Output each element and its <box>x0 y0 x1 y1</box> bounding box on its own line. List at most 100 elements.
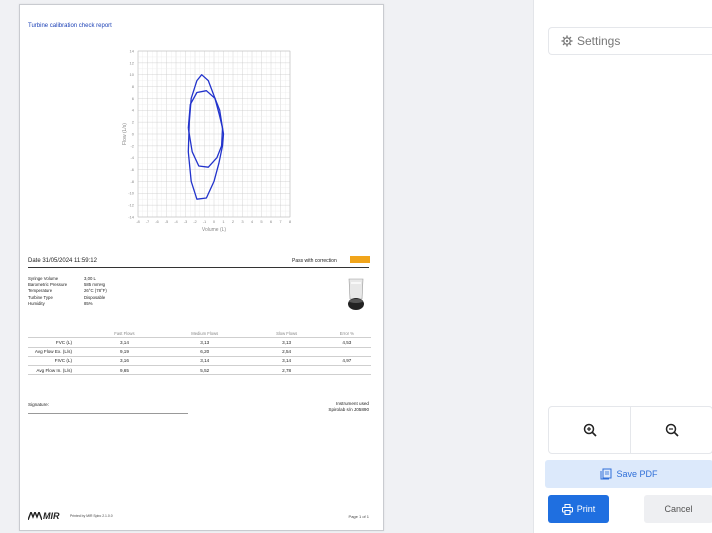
x-tick-label: 6 <box>270 219 273 224</box>
x-tick-label: 4 <box>251 219 254 224</box>
x-tick-label: 0 <box>213 219 216 224</box>
x-tick-label: 2 <box>232 219 235 224</box>
x-axis-label: Volume (L) <box>202 227 227 233</box>
table-cell: 9,65 <box>90 364 159 376</box>
save-pdf-label: Save PDF <box>616 469 658 479</box>
table-cell: 3,14 <box>250 355 323 366</box>
info-label: Humidity <box>28 300 45 306</box>
x-tick-label: 1 <box>222 219 225 224</box>
y-tick-label: 0 <box>132 131 135 136</box>
table-cell: 6,20 <box>158 346 251 357</box>
info-value: 85% <box>84 300 93 306</box>
report-title: Turbine calibration check report <box>28 23 112 29</box>
mir-logo-icon <box>28 512 42 520</box>
test-date: Date 31/05/2024 11:59:12 <box>28 258 97 264</box>
report-page: Turbine calibration check report -8 -7 -6 -… <box>19 4 384 531</box>
row-label: Avg Flow Ex. (L/s) <box>28 346 90 357</box>
x-tick-label: 8 <box>289 219 292 224</box>
row-label: FIVC (L) <box>28 355 90 366</box>
x-tick-label: -2 <box>193 219 197 224</box>
x-tick-label: 3 <box>241 219 244 224</box>
flow-volume-loop <box>187 90 224 168</box>
table-cell: 3,14 <box>90 337 159 348</box>
table-cell: 3,13 <box>250 337 323 348</box>
x-tick-label: -3 <box>184 219 188 224</box>
mir-logo-text: MIR <box>43 511 60 521</box>
divider <box>28 267 369 268</box>
zoom-controls <box>548 406 712 454</box>
table-header: Slow Flows <box>276 331 298 337</box>
table-cell: 2,54 <box>250 346 323 357</box>
x-tick-label: -6 <box>155 219 159 224</box>
x-tick-label: -1 <box>203 219 207 224</box>
y-tick-label: 6 <box>132 96 135 101</box>
instrument-info: Instrument used Spirolab s/n J05890 <box>328 401 369 413</box>
table-cell: 5,52 <box>158 364 251 376</box>
x-tick-label: 5 <box>260 219 263 224</box>
y-tick-label: 2 <box>132 120 135 125</box>
print-button[interactable]: Print <box>548 495 609 523</box>
save-pdf-button[interactable]: Save PDF <box>545 460 712 488</box>
table-cell: 4,97 <box>322 355 371 366</box>
x-tick-label: -5 <box>165 219 169 224</box>
table-cell <box>322 364 371 376</box>
printer-icon <box>561 503 573 515</box>
cancel-button[interactable]: Cancel <box>644 495 712 523</box>
y-tick-label: -12 <box>128 203 135 208</box>
y-tick-label: 12 <box>130 60 135 65</box>
table-header: Error % <box>339 331 354 337</box>
y-tick-label: -14 <box>128 214 135 219</box>
signature-line <box>28 413 188 414</box>
y-tick-label: 4 <box>132 108 135 113</box>
page-number: Page 1 of 1 <box>348 514 369 519</box>
mir-logo: MIR <box>28 511 60 521</box>
row-label: FVC (L) <box>28 337 90 348</box>
y-tick-label: -10 <box>128 191 135 196</box>
settings-label: Settings <box>577 34 621 48</box>
table-header: Medium Flows <box>191 331 219 337</box>
x-tick-label: -7 <box>146 219 150 224</box>
printed-by: Printed by MIR Spiro 2.1.0.0 <box>70 514 113 518</box>
zoom-in-button[interactable] <box>549 407 630 453</box>
result-label: Pass with correction <box>292 258 337 264</box>
x-tick-label: -4 <box>174 219 178 224</box>
info-row: Humidity 85% <box>28 301 107 307</box>
turbine-image <box>348 278 364 310</box>
y-tick-label: 14 <box>130 48 135 53</box>
table-cell: 3,14 <box>158 355 251 366</box>
table-cell: 3,13 <box>158 337 251 348</box>
zoom-out-button[interactable] <box>630 407 712 453</box>
y-tick-label: -2 <box>130 143 134 148</box>
table-row: FVC (L) 3,14 3,13 3,13 4,53 <box>28 337 371 348</box>
table-row: Avg Flow In. (L/s) 9,65 5,52 2,78 <box>28 364 371 376</box>
x-tick-label: 7 <box>279 219 282 224</box>
y-tick-label: 8 <box>132 84 135 89</box>
table-header <box>28 330 90 338</box>
y-tick-label: -6 <box>130 167 134 172</box>
y-tick-label: 10 <box>130 72 135 77</box>
gear-icon <box>561 35 573 47</box>
flow-volume-loop <box>187 74 225 200</box>
report-preview: Turbine calibration check report -8 -7 -6 -… <box>0 0 533 533</box>
instrument-serial: Spirolab s/n J05890 <box>328 407 369 412</box>
table-row: Avg Flow Ex. (L/s) 9,19 6,20 2,54 <box>28 346 371 357</box>
pdf-icon <box>600 468 612 480</box>
table-row: FIVC (L) 3,16 3,14 3,14 4,97 <box>28 355 371 366</box>
y-tick-label: -4 <box>130 155 134 160</box>
y-axis-label: Flow (L/s) <box>122 123 128 145</box>
print-label: Print <box>576 504 596 514</box>
zoom-in-icon <box>583 423 597 437</box>
table-header: Fast Flows <box>114 331 135 337</box>
flow-volume-chart: -8 -7 -6 -5 -4 -3 -2 -1 0 1 2 3 4 5 6 7 814121086420-2-4… <box>122 48 292 233</box>
y-tick-label: -8 <box>130 179 134 184</box>
settings-button[interactable]: Settings <box>548 27 712 55</box>
side-panel: Settings Save PDF Print Cancel <box>533 0 712 533</box>
x-tick-label: -8 <box>136 219 140 224</box>
table-cell: 4,53 <box>322 337 371 348</box>
table-cell: 3,16 <box>90 355 159 366</box>
result-color-badge <box>350 256 370 263</box>
table-cell: 9,19 <box>90 346 159 357</box>
test-conditions: Syringe Volume 3,00 L Barometric Pressure 5… <box>28 276 107 307</box>
calibration-results-table: Fast Flows Medium Flows Slow Flows Error % … <box>28 330 371 376</box>
zoom-out-icon <box>665 423 679 437</box>
